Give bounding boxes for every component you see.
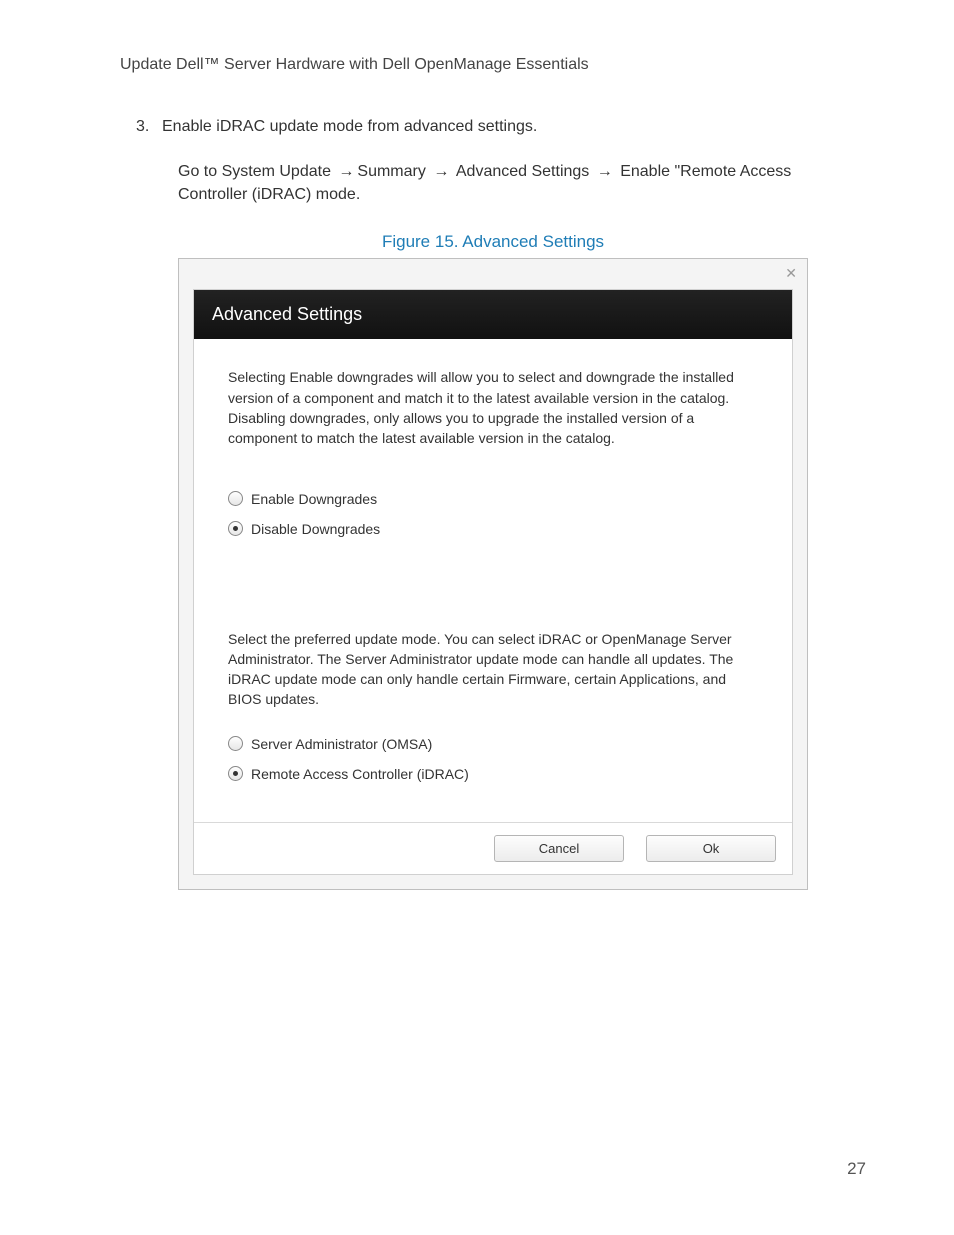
radio-icon	[228, 766, 243, 781]
downgrades-description: Selecting Enable downgrades will allow y…	[228, 367, 758, 448]
arrow-icon: →	[430, 160, 452, 183]
radio-label: Enable Downgrades	[251, 491, 377, 507]
dialog-window: ✕ Advanced Settings Selecting Enable dow…	[178, 258, 808, 889]
ok-button[interactable]: Ok	[646, 835, 776, 862]
dialog-button-row: Cancel Ok	[194, 822, 792, 874]
radio-icon	[228, 491, 243, 506]
nav-part-2: Advanced Settings	[452, 163, 593, 180]
dialog-body: Selecting Enable downgrades will allow y…	[194, 339, 792, 821]
radio-disable-downgrades[interactable]: Disable Downgrades	[228, 521, 758, 537]
radio-icon	[228, 736, 243, 751]
document-header: Update Dell™ Server Hardware with Dell O…	[120, 56, 842, 74]
update-mode-description: Select the preferred update mode. You ca…	[228, 629, 758, 710]
figure-caption: Figure 15. Advanced Settings	[178, 232, 808, 252]
nav-part-1: Summary	[357, 163, 430, 180]
dialog-inner: Advanced Settings Selecting Enable downg…	[193, 289, 793, 874]
instruction-list-item: 3. Enable iDRAC update mode from advance…	[136, 118, 842, 136]
radio-idrac[interactable]: Remote Access Controller (iDRAC)	[228, 766, 758, 782]
navigation-paragraph: Go to System Update →Summary → Advanced …	[178, 160, 842, 206]
dialog-title: Advanced Settings	[194, 290, 792, 339]
radio-icon	[228, 521, 243, 536]
page-number: 27	[847, 1159, 866, 1179]
radio-omsa[interactable]: Server Administrator (OMSA)	[228, 736, 758, 752]
radio-label: Disable Downgrades	[251, 521, 380, 537]
radio-label: Remote Access Controller (iDRAC)	[251, 766, 469, 782]
cancel-button[interactable]: Cancel	[494, 835, 624, 862]
arrow-icon: →	[335, 160, 357, 183]
close-icon[interactable]: ✕	[785, 265, 797, 282]
radio-label: Server Administrator (OMSA)	[251, 736, 432, 752]
list-text: Enable iDRAC update mode from advanced s…	[162, 118, 537, 136]
nav-prefix: Go to System Update	[178, 163, 335, 180]
dialog-titlebar: ✕	[179, 259, 807, 289]
list-number: 3.	[136, 118, 162, 136]
arrow-icon: →	[594, 160, 616, 183]
radio-enable-downgrades[interactable]: Enable Downgrades	[228, 491, 758, 507]
